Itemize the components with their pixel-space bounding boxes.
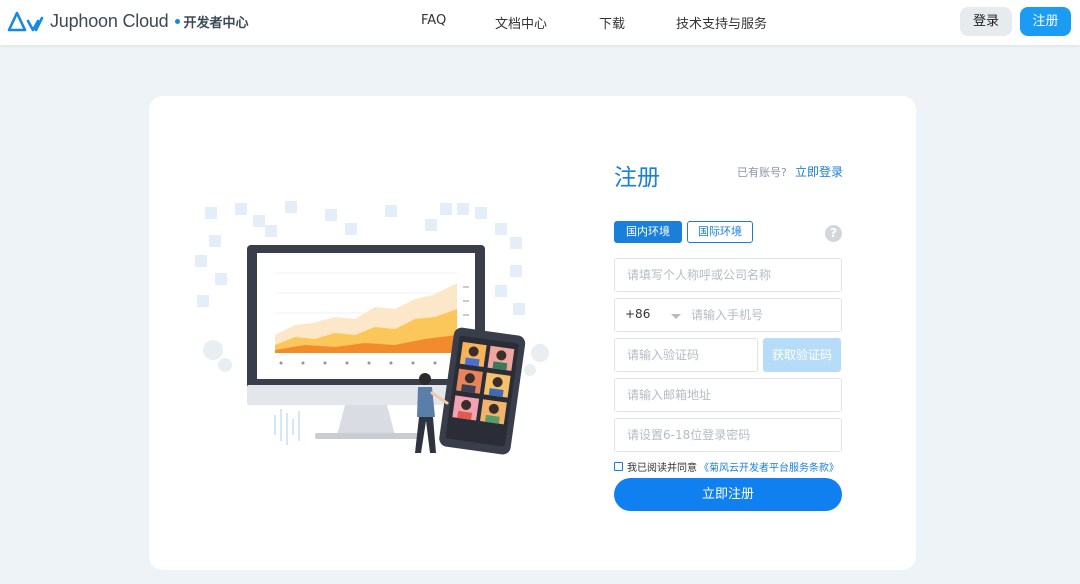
login-now-link[interactable]: 立即登录 <box>795 163 843 180</box>
brand-separator-dot <box>174 18 180 24</box>
password-input[interactable] <box>614 418 842 452</box>
brand-subtitle: 开发者中心 <box>183 15 249 31</box>
submit-register-button[interactable]: 立即注册 <box>614 478 842 511</box>
agreement-row: 我已阅读并同意 《菊风云开发者平台服务条款》 <box>614 459 839 474</box>
login-button[interactable]: 登录 <box>960 7 1012 36</box>
chevron-down-icon[interactable] <box>671 314 681 319</box>
phone-field: +86 <box>614 298 842 332</box>
brand-logo[interactable]: Juphoon Cloud 开发者中心 <box>6 8 249 34</box>
register-button[interactable]: 注册 <box>1020 7 1071 36</box>
terms-link[interactable]: 《菊风云开发者平台服务条款》 <box>699 459 839 474</box>
top-header: Juphoon Cloud 开发者中心 FAQ 文档中心 下载 技术支持与服务 … <box>0 0 1080 45</box>
name-input[interactable] <box>614 258 842 292</box>
form-title: 注册 <box>614 165 660 191</box>
agree-checkbox[interactable] <box>614 461 623 471</box>
email-input[interactable] <box>614 378 842 412</box>
nav-support[interactable]: 技术支持与服务 <box>676 13 767 32</box>
country-code-select[interactable]: +86 <box>625 307 650 321</box>
juphoon-logo-icon <box>7 11 44 32</box>
brand-name: Juphoon Cloud <box>50 10 169 31</box>
agree-text: 我已阅读并同意 <box>627 462 697 474</box>
verification-code-input[interactable] <box>614 338 758 372</box>
get-code-button[interactable]: 获取验证码 <box>763 338 841 372</box>
phone-input[interactable] <box>687 300 837 330</box>
tab-international-env[interactable]: 国际环境 <box>687 221 753 243</box>
nav-download[interactable]: 下载 <box>599 13 625 32</box>
nav-faq[interactable]: FAQ <box>421 13 446 28</box>
dashboard-illustration <box>195 201 549 455</box>
have-account-text: 已有账号? <box>737 166 787 179</box>
help-icon[interactable]: ? <box>825 225 842 242</box>
tab-domestic-env[interactable]: 国内环境 <box>614 221 682 243</box>
nav-docs[interactable]: 文档中心 <box>495 13 547 32</box>
